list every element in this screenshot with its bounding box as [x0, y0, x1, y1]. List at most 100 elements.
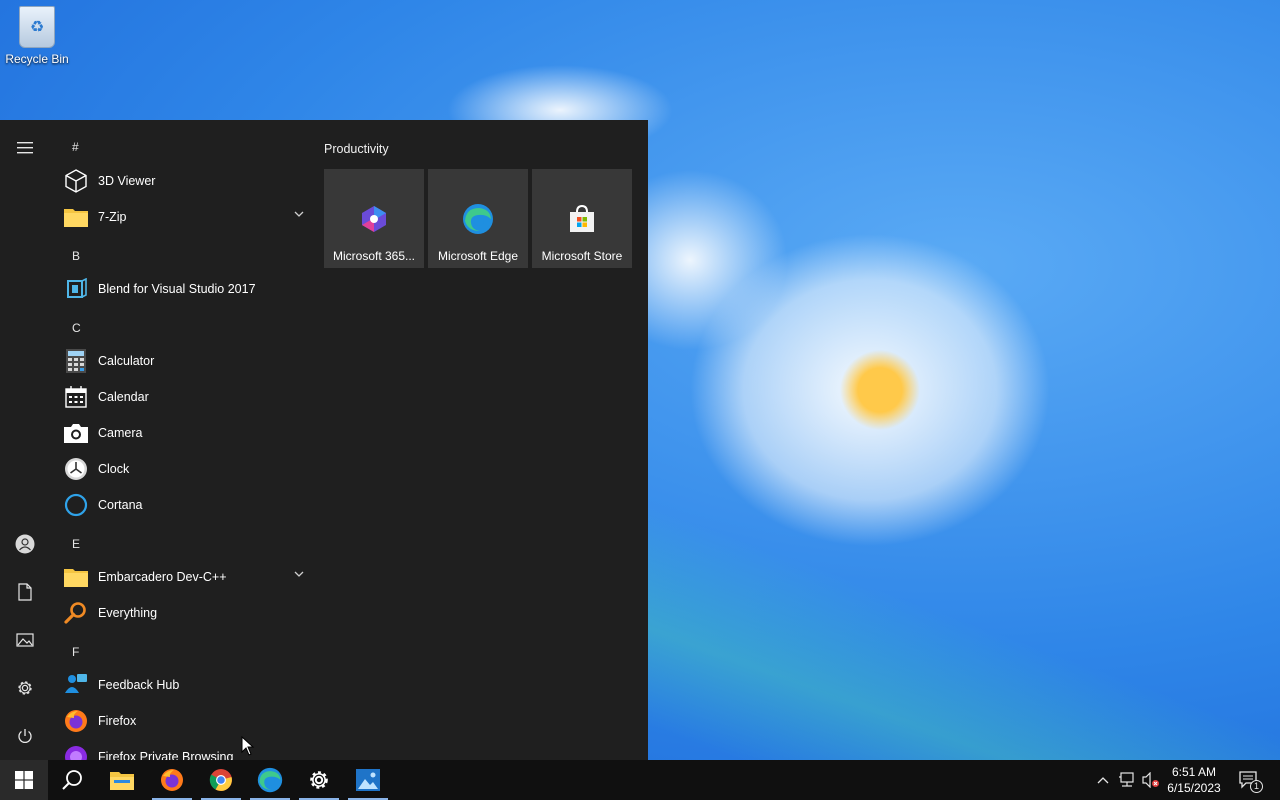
microsoft-365-icon	[357, 202, 391, 236]
edge-icon	[461, 202, 495, 236]
network-icon	[1119, 772, 1134, 787]
app-name: 3D Viewer	[98, 174, 156, 188]
taskbar-settings[interactable]	[295, 760, 343, 800]
hamburger-icon	[17, 142, 33, 154]
app-feedback-hub[interactable]: Feedback Hub	[62, 667, 310, 703]
firefox-private-icon	[64, 745, 88, 760]
start-menu: # 3D Viewer 7-Zip B Blend for Visual Stu…	[0, 120, 648, 760]
taskbar-file-explorer[interactable]	[98, 760, 146, 800]
gear-icon	[310, 771, 328, 789]
clock-time: 6:51 AM	[1171, 765, 1217, 779]
app-name: Embarcadero Dev-C++	[98, 570, 227, 584]
group-header-f[interactable]: F	[72, 645, 79, 659]
photos-icon	[356, 769, 380, 791]
desktop-icon-label: Recycle Bin	[5, 52, 69, 66]
volume-muted-icon	[1142, 772, 1159, 788]
app-firefox-private[interactable]: Firefox Private Browsing	[62, 739, 310, 760]
pictures-button[interactable]	[5, 620, 45, 660]
app-embarcadero-folder[interactable]: Embarcadero Dev-C++	[62, 559, 310, 595]
tile-microsoft-store[interactable]: Microsoft Store	[532, 169, 632, 268]
app-calendar[interactable]: Calendar	[62, 379, 310, 415]
documents-button[interactable]	[5, 572, 45, 612]
app-name: Camera	[98, 426, 143, 440]
app-firefox[interactable]: Firefox	[62, 703, 310, 739]
chevron-down-icon[interactable]	[294, 571, 304, 577]
app-calculator[interactable]: Calculator	[62, 343, 310, 379]
tile-label: Microsoft Edge	[437, 249, 519, 263]
windows-logo-icon	[15, 771, 33, 789]
group-header-c[interactable]: C	[72, 321, 81, 335]
app-3d-viewer[interactable]: 3D Viewer	[62, 163, 310, 199]
taskbar-firefox[interactable]	[148, 760, 196, 800]
magnifier-icon	[64, 601, 88, 625]
group-header-e[interactable]: E	[72, 537, 80, 551]
pictures-icon	[16, 633, 34, 647]
camera-icon	[64, 421, 88, 445]
desktop-icon-recycle-bin[interactable]: Recycle Bin	[4, 6, 70, 66]
search-icon	[62, 770, 82, 790]
folder-icon	[64, 205, 88, 229]
app-name: Calculator	[98, 354, 155, 368]
gear-icon	[18, 681, 32, 695]
chrome-icon	[209, 769, 232, 791]
document-icon	[18, 583, 32, 601]
firefox-icon	[161, 769, 183, 791]
calculator-icon	[64, 349, 88, 373]
tile-label: Microsoft 365...	[332, 249, 416, 263]
app-name: Firefox	[98, 714, 137, 728]
cortana-icon	[64, 493, 88, 517]
tile-group-title[interactable]: Productivity	[324, 142, 389, 156]
taskbar-edge[interactable]	[246, 760, 294, 800]
user-avatar-icon	[15, 534, 35, 554]
blend-icon	[64, 277, 88, 301]
app-name: Feedback Hub	[98, 678, 180, 692]
folder-icon	[64, 565, 88, 589]
taskbar: 6:51 AM 6/15/2023 1	[0, 760, 1280, 800]
taskbar-clock[interactable]: 6:51 AM 6/15/2023	[1162, 764, 1226, 796]
group-header-hash[interactable]: #	[72, 140, 79, 154]
app-cortana[interactable]: Cortana	[62, 487, 310, 523]
app-clock[interactable]: Clock	[62, 451, 310, 487]
all-apps-list[interactable]: # 3D Viewer 7-Zip B Blend for Visual Stu…	[50, 120, 310, 760]
power-icon	[18, 729, 32, 743]
recycle-bin-icon	[19, 6, 55, 48]
calendar-icon	[64, 385, 88, 409]
app-everything[interactable]: Everything	[62, 595, 310, 631]
clock-date: 6/15/2023	[1167, 781, 1221, 795]
cube-icon	[64, 169, 88, 193]
group-header-b[interactable]: B	[72, 249, 80, 263]
edge-icon	[257, 767, 283, 793]
tile-microsoft-365[interactable]: Microsoft 365...	[324, 169, 424, 268]
app-camera[interactable]: Camera	[62, 415, 310, 451]
app-blend[interactable]: Blend for Visual Studio 2017	[62, 271, 310, 307]
file-explorer-icon	[110, 772, 134, 790]
search-button[interactable]	[48, 760, 96, 800]
app-name: Everything	[98, 606, 158, 620]
firefox-icon	[64, 709, 88, 733]
store-icon	[565, 202, 599, 236]
action-center-button[interactable]: 1	[1234, 760, 1264, 800]
app-7-zip-folder[interactable]: 7-Zip	[62, 199, 310, 235]
mouse-cursor-icon	[241, 736, 255, 756]
power-button[interactable]	[5, 716, 45, 756]
tile-label: Microsoft Store	[541, 249, 623, 263]
start-button[interactable]	[0, 760, 48, 800]
chevron-up-icon	[1097, 777, 1109, 784]
app-name: Clock	[98, 462, 130, 476]
settings-button[interactable]	[5, 668, 45, 708]
network-button[interactable]	[1116, 760, 1138, 800]
app-name: Calendar	[98, 390, 149, 404]
taskbar-photos[interactable]	[344, 760, 392, 800]
show-hidden-icons-button[interactable]	[1092, 760, 1114, 800]
tile-microsoft-edge[interactable]: Microsoft Edge	[428, 169, 528, 268]
hamburger-menu-button[interactable]	[5, 128, 45, 168]
account-button[interactable]	[5, 524, 45, 564]
start-rail	[0, 120, 50, 760]
taskbar-chrome[interactable]	[197, 760, 245, 800]
app-name: Blend for Visual Studio 2017	[98, 282, 256, 296]
chevron-down-icon[interactable]	[294, 211, 304, 217]
notification-count-badge: 1	[1250, 780, 1264, 793]
volume-button[interactable]	[1140, 760, 1162, 800]
clock-icon	[64, 457, 88, 481]
feedback-hub-icon	[64, 673, 88, 697]
